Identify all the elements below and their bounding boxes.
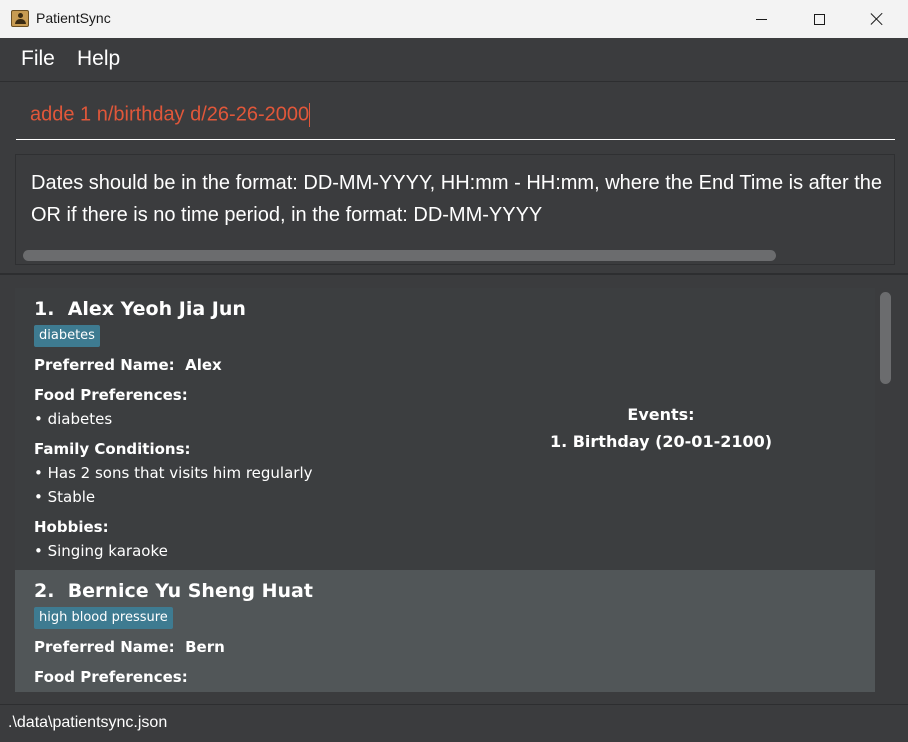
family-conditions-label: Family Conditions: (34, 440, 191, 458)
food-preferences-label: Food Preferences: (34, 668, 188, 686)
result-line-2: OR if there is no time period, in the fo… (31, 204, 543, 226)
minimize-icon (755, 18, 767, 20)
menu-bar: File Help (0, 38, 908, 82)
close-icon (870, 12, 884, 26)
app-icon (11, 10, 29, 27)
patient-card[interactable]: 1. Alex Yeoh Jia Jun diabetes Preferred … (15, 288, 875, 570)
status-bar: .\data\patientsync.json (0, 704, 908, 742)
result-display[interactable]: Dates should be in the format: DD-MM-YYY… (15, 154, 895, 265)
maximize-button[interactable] (790, 0, 848, 38)
close-button[interactable] (848, 0, 906, 38)
menu-help[interactable]: Help (77, 47, 120, 71)
event-item: 1. Birthday (20-01-2100) (549, 432, 773, 451)
events-label: Events: (627, 405, 695, 424)
preferred-name-value: Bern (185, 638, 225, 656)
command-input-value: adde 1 n/birthday d/26-26-2000 (30, 103, 310, 126)
preferred-name-value: Alex (185, 356, 222, 374)
title-bar: PatientSync (0, 0, 908, 38)
patient-list[interactable]: 1. Alex Yeoh Jia Jun diabetes Preferred … (15, 288, 875, 692)
preferred-name-row: Preferred Name: Bern (34, 638, 225, 656)
command-input[interactable]: adde 1 n/birthday d/26-26-2000 (30, 103, 311, 127)
family-condition-item: • Stable (34, 488, 96, 506)
minimize-button[interactable] (732, 0, 790, 38)
family-condition-item: • Has 2 sons that visits him regularly (34, 464, 313, 482)
patient-name: Alex Yeoh Jia Jun (67, 298, 246, 320)
patient-name-heading: 1. Alex Yeoh Jia Jun (34, 298, 246, 320)
window-title: PatientSync (36, 10, 111, 26)
scrollbar-thumb[interactable] (880, 292, 891, 384)
result-line-1: Dates should be in the format: DD-MM-YYY… (31, 172, 883, 194)
food-preference-item: • diabetes (34, 410, 113, 428)
food-preferences-label: Food Preferences: (34, 386, 188, 404)
data-file-path: .\data\patientsync.json (8, 714, 168, 731)
patient-index: 2. (34, 580, 55, 602)
patient-index: 1. (34, 298, 55, 320)
patient-name-heading: 2. Bernice Yu Sheng Huat (34, 580, 313, 602)
preferred-name-label: Preferred Name: (34, 356, 175, 374)
divider (0, 273, 908, 275)
horizontal-scrollbar[interactable] (23, 250, 776, 261)
condition-tag: high blood pressure (34, 607, 173, 629)
patient-card-selected[interactable]: 2. Bernice Yu Sheng Huat high blood pres… (15, 570, 875, 692)
result-message: Dates should be in the format: DD-MM-YYY… (31, 167, 882, 231)
vertical-scrollbar[interactable] (875, 288, 895, 692)
text-caret (309, 103, 311, 127)
menu-file[interactable]: File (21, 47, 55, 71)
patient-name: Bernice Yu Sheng Huat (67, 580, 313, 602)
preferred-name-row: Preferred Name: Alex (34, 356, 222, 374)
command-box[interactable]: adde 1 n/birthday d/26-26-2000 (16, 94, 895, 140)
hobby-item: • Singing karaoke (34, 542, 168, 560)
hobbies-label: Hobbies: (34, 518, 109, 536)
maximize-icon (813, 13, 825, 25)
condition-tag: diabetes (34, 325, 100, 347)
preferred-name-label: Preferred Name: (34, 638, 175, 656)
